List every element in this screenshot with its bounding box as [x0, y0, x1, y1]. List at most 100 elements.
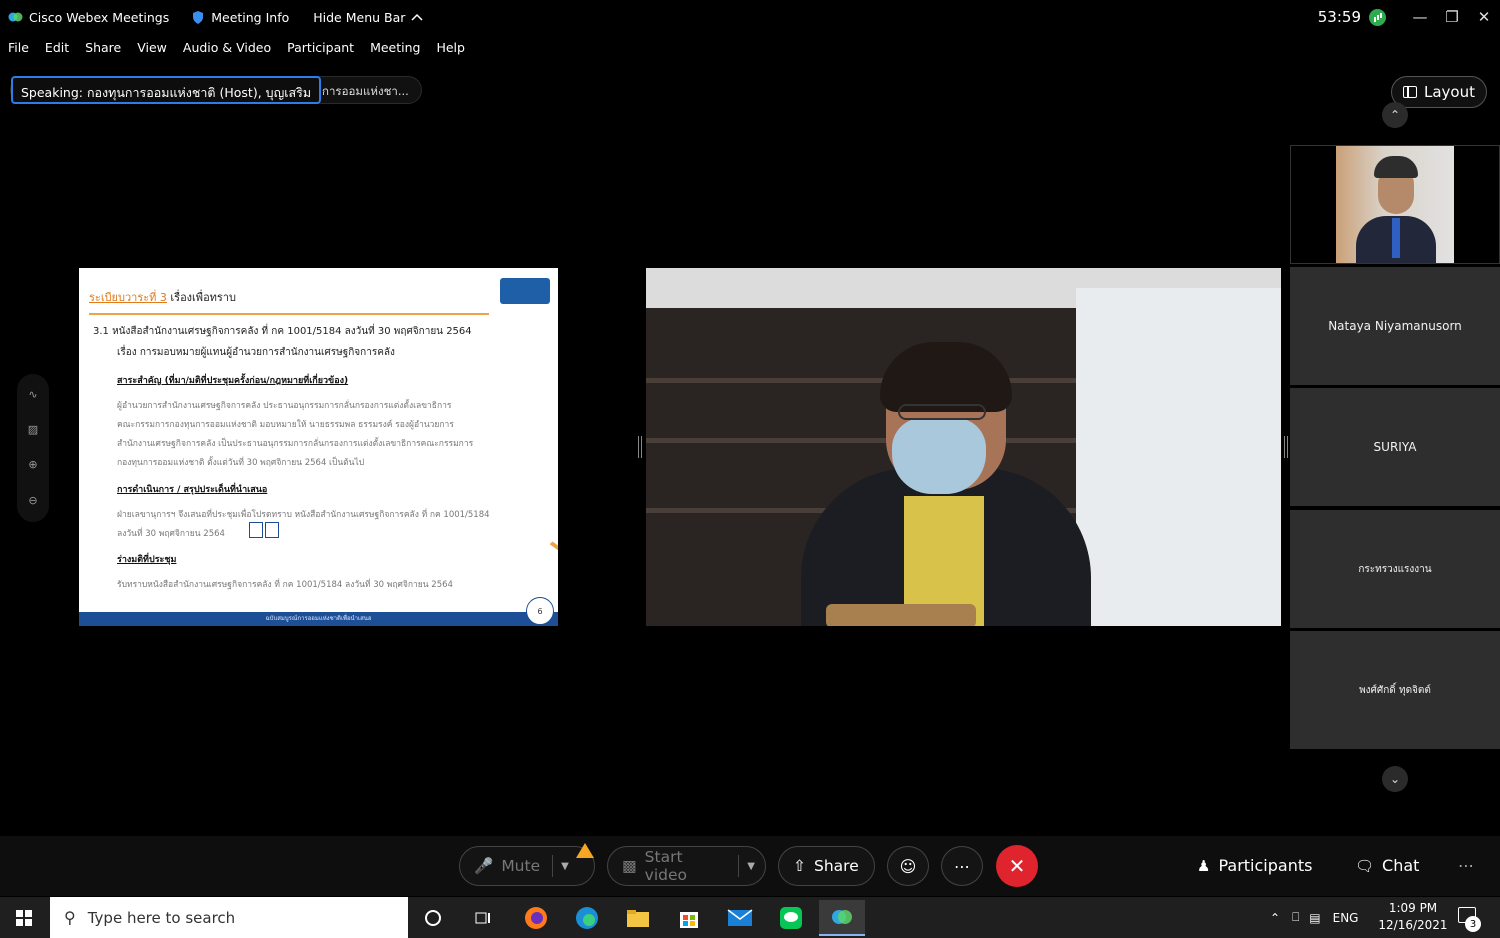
menu-view[interactable]: View	[137, 40, 167, 55]
cortana-button[interactable]	[410, 900, 456, 936]
show-hidden-icons-icon[interactable]: ⌃	[1270, 911, 1280, 925]
taskbar-webex[interactable]	[819, 900, 865, 936]
notification-count-badge: 3	[1465, 916, 1481, 932]
eraser-icon[interactable]: ▨	[26, 423, 40, 437]
search-placeholder: Type here to search	[87, 908, 236, 927]
menu-participant[interactable]: Participant	[287, 40, 354, 55]
hide-menu-bar-button[interactable]: Hide Menu Bar	[313, 10, 423, 25]
slide-body-1-line-1: ผู้อำนวยการสำนักงานเศรษฐกิจการคลัง ประธา…	[117, 401, 452, 411]
app-name: Cisco Webex Meetings	[29, 9, 170, 25]
firefox-icon	[525, 907, 547, 929]
strip-scroll-down-button[interactable]: ⌄	[1382, 766, 1408, 792]
taskbar-edge[interactable]	[564, 900, 610, 936]
mute-button[interactable]: 🎤 Mute ▼	[459, 846, 595, 886]
panel-resize-handle[interactable]	[638, 436, 642, 458]
speaking-indicator: Speaking: กองทุนการออมแห่งชาติ (Host), บ…	[11, 76, 321, 104]
edge-icon	[576, 907, 598, 929]
hide-menu-label: Hide Menu Bar	[313, 9, 406, 25]
start-video-button[interactable]: ▩ Start video ▼	[607, 846, 766, 886]
chat-label: Chat	[1382, 856, 1420, 875]
layout-button[interactable]: Layout	[1391, 76, 1487, 108]
zoom-in-icon[interactable]: ⊕	[26, 458, 40, 472]
more-options-button[interactable]: ⋯	[941, 846, 983, 886]
language-indicator[interactable]: ENG	[1333, 911, 1359, 925]
strip-scroll-up-button[interactable]: ⌃	[1382, 102, 1408, 128]
slide-body-1-line-4: กองทุนการออมแห่งชาติ ตั้งแต่วันที่ 30 พฤ…	[117, 458, 365, 468]
device-icon[interactable]: ⎕	[1292, 910, 1299, 925]
taskbar-line[interactable]	[768, 900, 814, 936]
mute-label: Mute	[501, 857, 541, 875]
shelf-board	[646, 438, 1076, 443]
warning-icon	[576, 843, 594, 858]
participant-tile[interactable]: พงศ์ศักดิ์ ทุดจิตต์	[1290, 631, 1500, 749]
menu-meeting[interactable]: Meeting	[370, 40, 420, 55]
participant-tile[interactable]: กระทรวงแรงงาน	[1290, 510, 1500, 628]
taskbar-mail[interactable]	[717, 900, 763, 936]
menu-edit[interactable]: Edit	[45, 40, 69, 55]
participant-tile-video[interactable]	[1290, 145, 1500, 264]
chevron-down-icon[interactable]: ▼	[561, 861, 569, 872]
ellipsis-icon: ⋯	[1458, 856, 1474, 875]
speaker-glasses	[898, 404, 986, 420]
slide-page-number: 6	[526, 597, 554, 625]
shared-content-slide: ระเบียบวาระที่ 3 เรื่องเพื่อทราบ 3.1 หนั…	[79, 268, 558, 626]
panel-resize-handle[interactable]	[1284, 436, 1288, 458]
taskbar-clock[interactable]: 1:09 PM 12/16/2021	[1378, 900, 1448, 934]
leave-meeting-button[interactable]: ✕	[996, 845, 1038, 887]
participant-tile[interactable]: Nataya Niyamanusorn	[1290, 267, 1500, 385]
participant-name: กระทรวงแรงงาน	[1358, 563, 1432, 575]
speaking-overflow-text: การออมแห่งชา...	[322, 84, 409, 98]
store-icon	[680, 912, 698, 928]
participant-tile[interactable]: SURIYA	[1290, 388, 1500, 506]
ellipsis-icon: ⋯	[954, 856, 970, 876]
video-off-icon: ▩	[622, 857, 637, 875]
microphone-icon: 🎤	[474, 857, 494, 875]
mail-icon	[727, 909, 753, 926]
speaker-mask	[892, 418, 986, 494]
menu-file[interactable]: File	[8, 40, 29, 55]
zoom-out-icon[interactable]: ⊖	[26, 494, 40, 508]
slide-decoration	[79, 476, 558, 626]
close-window-button[interactable]: ✕	[1468, 0, 1500, 34]
task-view-button[interactable]	[460, 900, 506, 936]
chat-panel-button[interactable]: 🗨 Chat	[1355, 856, 1419, 875]
task-view-icon	[475, 912, 490, 924]
minimize-button[interactable]: —	[1404, 0, 1436, 34]
slide-item-line-2: เรื่อง การมอบหมายผู้แทนผู้อำนวยการสำนักง…	[117, 347, 395, 358]
meeting-info-button[interactable]: Meeting Info	[193, 10, 289, 25]
menu-audio-video[interactable]: Audio & Video	[183, 40, 271, 55]
network-icon[interactable]: ▤	[1309, 911, 1320, 925]
slide-body-1-line-3: สำนักงานเศรษฐกิจการคลัง เป็นประธานอนุกรร…	[117, 439, 474, 449]
slide-agenda: ระเบียบวาระที่ 3	[89, 291, 167, 304]
speaker-phone	[826, 604, 976, 626]
divider	[552, 855, 554, 877]
taskbar-firefox[interactable]	[513, 900, 559, 936]
chevron-up-icon	[411, 13, 423, 21]
more-panels-button[interactable]: ⋯	[1458, 856, 1474, 875]
taskbar-search-box[interactable]: ⚲ Type here to search	[50, 897, 408, 938]
slide-footer: ฉบับสมบูรณ์การออมแห่งชาติเพื่อนำเสนอ	[79, 612, 558, 626]
chevron-down-icon[interactable]: ▼	[747, 861, 755, 872]
app-title: Cisco Webex Meetings	[8, 10, 169, 25]
participant-name: SURIYA	[1373, 440, 1417, 454]
participant-name: พงศ์ศักดิ์ ทุดจิตต์	[1359, 684, 1431, 696]
taskbar-store[interactable]	[666, 900, 712, 936]
reactions-button[interactable]: ☺	[887, 846, 929, 886]
network-signal-icon[interactable]	[1369, 8, 1386, 26]
shelf-board	[646, 378, 1076, 383]
menu-share[interactable]: Share	[85, 40, 121, 55]
start-button[interactable]	[0, 897, 48, 938]
participants-panel-button[interactable]: ♟ Participants	[1197, 856, 1312, 875]
shield-icon	[193, 10, 204, 24]
meeting-timer: 53:59	[1317, 8, 1361, 26]
taskbar-file-explorer[interactable]	[615, 900, 661, 936]
system-tray: ⌃ ⎕ ▤ ENG	[1270, 897, 1358, 938]
pen-icon[interactable]: ∿	[26, 388, 40, 402]
share-button[interactable]: ⇧ Share	[778, 846, 875, 886]
menu-help[interactable]: Help	[436, 40, 465, 55]
slide-section-1: สาระสำคัญ (ที่มา/มติที่ประชุมครั้งก่อน/ก…	[117, 376, 349, 386]
annotation-toolbar: ∿ ▨ ⊕ ⊖	[17, 374, 49, 522]
clock-date: 12/16/2021	[1378, 918, 1448, 932]
restore-button[interactable]: ❐	[1436, 0, 1468, 34]
share-screen-icon: ⇧	[793, 857, 806, 875]
